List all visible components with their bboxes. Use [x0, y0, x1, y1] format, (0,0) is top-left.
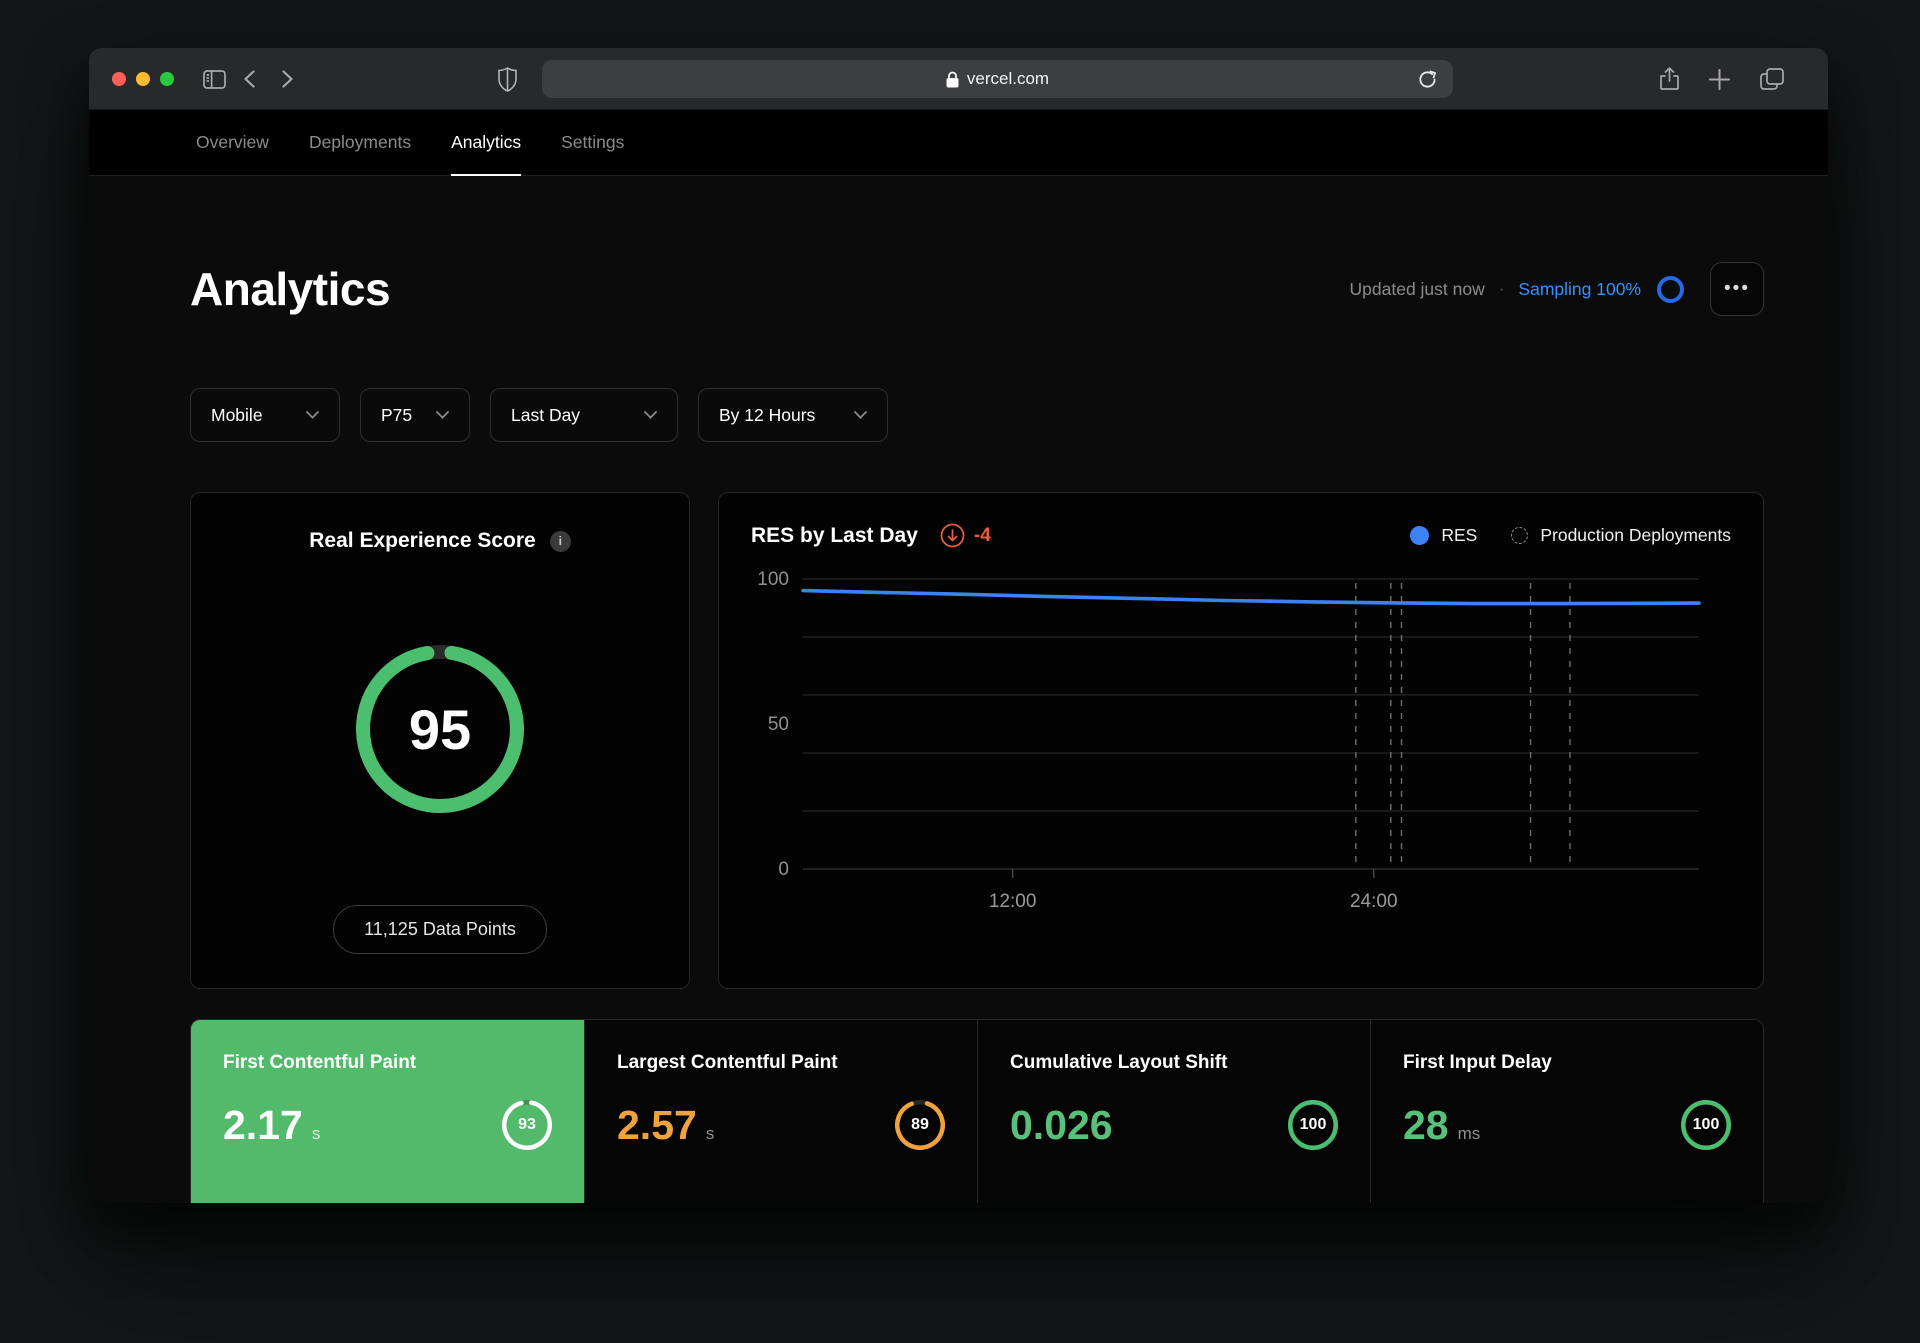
tab-overview-icon[interactable] — [1760, 48, 1784, 110]
chart-legend: RES Production Deployments — [1410, 525, 1731, 546]
metric-card-first-input-delay[interactable]: First Input Delay 28 ms 100 — [1370, 1020, 1763, 1203]
lock-icon — [946, 71, 959, 88]
metric-title: Cumulative Layout Shift — [1010, 1052, 1228, 1073]
sampling-link[interactable]: Sampling 100% — [1518, 279, 1641, 300]
browser-toolbar: vercel.com — [89, 48, 1828, 110]
more-options-button[interactable]: ••• — [1710, 262, 1764, 316]
page-title: Analytics — [190, 263, 391, 315]
metric-score-value: 89 — [911, 1116, 929, 1133]
legend-item-production-deployments[interactable]: Production Deployments — [1511, 525, 1731, 546]
info-icon[interactable]: i — [549, 530, 571, 552]
filter-dropdown-by-12-hours[interactable]: By 12 Hours — [698, 388, 888, 442]
filter-label: Mobile — [211, 404, 263, 425]
res-chart-card: RES by Last Day -4 RES Production Deploym… — [718, 492, 1764, 989]
y-axis-label: 0 — [778, 859, 789, 880]
metric-value: 2.17 — [223, 1101, 303, 1148]
sampling-ring-icon — [1657, 275, 1684, 303]
page-meta: Updated just now · Sampling 100% ••• — [1350, 262, 1764, 316]
res-series-line — [801, 588, 1701, 606]
tab-deployments[interactable]: Deployments — [309, 110, 411, 176]
legend-dot-icon — [1410, 526, 1430, 545]
forward-icon[interactable] — [275, 48, 299, 110]
data-points-badge: 11,125 Data Points — [333, 905, 547, 954]
metric-title: First Contentful Paint — [223, 1052, 417, 1073]
metric-unit: ms — [1457, 1123, 1481, 1143]
res-score-value: 95 — [408, 697, 472, 761]
filter-label: P75 — [381, 404, 413, 425]
zoom-window-button[interactable] — [160, 72, 174, 86]
chevron-down-icon — [306, 411, 319, 419]
metric-score-gauge: 89 — [895, 1100, 945, 1150]
legend-label: RES — [1441, 525, 1478, 545]
metric-score-gauge: 100 — [1681, 1100, 1731, 1150]
arrow-down-circle-icon — [940, 523, 965, 548]
legend-item-res[interactable]: RES — [1410, 525, 1477, 546]
x-axis-label: 24:00 — [1350, 891, 1398, 912]
res-delta-value: -4 — [973, 524, 991, 546]
metric-unit: s — [705, 1123, 715, 1143]
real-experience-score-card: Real Experience Score i 95 11,125 Data P… — [190, 492, 690, 989]
back-icon[interactable] — [237, 48, 261, 110]
privacy-shield-icon[interactable] — [493, 48, 521, 110]
chevron-down-icon — [854, 411, 867, 419]
metric-title: Largest Contentful Paint — [617, 1052, 838, 1073]
metric-value: 28 — [1403, 1101, 1449, 1148]
metric-card-first-contentful-paint[interactable]: First Contentful Paint 2.17 s 93 — [191, 1020, 584, 1203]
chevron-down-icon — [436, 411, 449, 419]
score-card-title: Real Experience Score — [309, 529, 536, 552]
page-body: Overview Deployments Analytics Settings Ana… — [89, 110, 1828, 1203]
sidebar-icon[interactable] — [199, 48, 229, 110]
metric-score-value: 93 — [518, 1116, 536, 1133]
filter-dropdown-last-day[interactable]: Last Day — [490, 388, 678, 442]
y-axis-label: 100 — [757, 569, 789, 590]
reload-icon[interactable] — [1413, 65, 1441, 93]
tab-settings[interactable]: Settings — [561, 110, 624, 176]
metric-score-gauge: 100 — [1288, 1100, 1338, 1150]
metric-card-cumulative-layout-shift[interactable]: Cumulative Layout Shift 0.026 100 — [977, 1020, 1370, 1203]
desktop: { "browser": { "url": "vercel.com", "tra… — [0, 0, 1920, 1343]
meta-separator: · — [1498, 279, 1505, 298]
chart-title: RES by Last Day — [751, 523, 918, 547]
filter-label: Last Day — [511, 404, 581, 425]
legend-label: Production Deployments — [1540, 525, 1731, 545]
x-axis-label: 12:00 — [989, 891, 1037, 912]
metric-score-value: 100 — [1692, 1116, 1720, 1133]
filter-label: By 12 Hours — [719, 404, 816, 425]
browser-window: vercel.com Overview Deployments Analytic… — [89, 48, 1828, 1203]
chevron-down-icon — [644, 411, 657, 419]
analytics-content: Analytics Updated just now · Sampling 10… — [89, 262, 1828, 1203]
metric-score-value: 100 — [1299, 1116, 1327, 1133]
y-axis-label: 50 — [768, 714, 789, 735]
traffic-lights — [112, 72, 174, 86]
legend-dashed-circle-icon — [1511, 527, 1529, 544]
filter-dropdown-p75[interactable]: P75 — [360, 388, 470, 442]
res-line-chart: 100 50 0 12:00 24:00 — [757, 569, 1701, 912]
project-nav-tabs: Overview Deployments Analytics Settings — [89, 110, 1828, 176]
address-bar[interactable]: vercel.com — [542, 60, 1453, 98]
updated-status: Updated just now — [1349, 278, 1485, 299]
metric-value: 2.57 — [617, 1101, 697, 1148]
minimize-window-button[interactable] — [136, 72, 150, 86]
toolbar-right-icons — [1660, 48, 1784, 110]
close-window-button[interactable] — [112, 72, 126, 86]
filter-bar: Mobile P75 Last Day By 12 Hours — [190, 388, 1764, 442]
metric-unit: s — [311, 1123, 321, 1143]
share-icon[interactable] — [1660, 48, 1679, 110]
filter-dropdown-mobile[interactable]: Mobile — [190, 388, 340, 442]
metric-title: First Input Delay — [1403, 1052, 1552, 1073]
metric-value: 0.026 — [1010, 1101, 1113, 1148]
metric-score-gauge: 93 — [502, 1100, 552, 1150]
metric-card-largest-contentful-paint[interactable]: Largest Contentful Paint 2.57 s 89 — [584, 1020, 977, 1203]
web-vitals-row: First Contentful Paint 2.17 s 93 Largest… — [190, 1019, 1764, 1203]
tab-overview[interactable]: Overview — [196, 110, 269, 176]
res-score-gauge: 95 — [356, 645, 524, 814]
res-delta-badge: -4 — [940, 523, 991, 548]
url-text: vercel.com — [966, 69, 1050, 88]
new-tab-icon[interactable] — [1709, 48, 1730, 110]
tab-analytics[interactable]: Analytics — [451, 110, 522, 176]
